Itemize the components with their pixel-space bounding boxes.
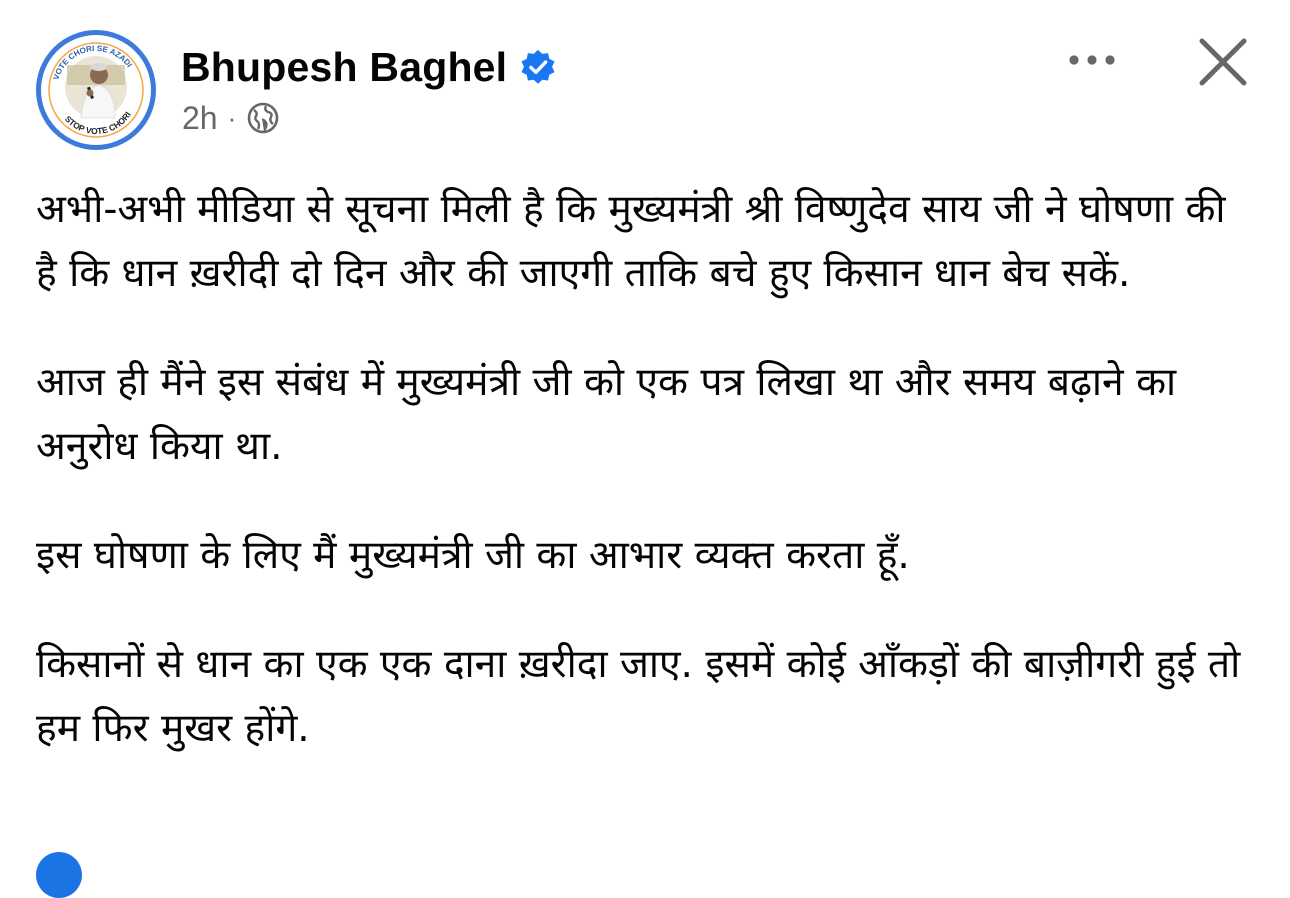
more-options-button[interactable] — [1062, 42, 1122, 78]
post-paragraph: इस घोषणा के लिए मैं मुख्यमंत्री जी का आभ… — [36, 533, 910, 578]
verified-badge-icon — [519, 48, 557, 86]
post-meta: 2h · — [182, 96, 280, 140]
post-paragraph: अभी-अभी मीडिया से सूचना मिली है कि मुख्य… — [36, 187, 1226, 296]
author-row: Bhupesh Baghel — [181, 40, 557, 94]
globe-icon[interactable] — [246, 101, 280, 135]
meta-separator: · — [227, 102, 237, 133]
post-header: VOTE CHORI SE AZADI STOP VOTE CHORI Bhup… — [0, 0, 1290, 160]
avatar-image: VOTE CHORI SE AZADI STOP VOTE CHORI — [42, 36, 150, 144]
post-paragraph: आज ही मैंने इस संबंध में मुख्यमंत्री जी … — [36, 360, 1177, 469]
post-timestamp[interactable]: 2h — [182, 100, 218, 137]
more-horizontal-icon — [1069, 55, 1115, 65]
close-button[interactable] — [1196, 35, 1250, 89]
post-text: अभी-अभी मीडिया से सूचना मिली है कि मुख्य… — [36, 178, 1256, 806]
reaction-icon — [36, 852, 82, 898]
close-icon — [1199, 38, 1247, 86]
author-name[interactable]: Bhupesh Baghel — [181, 44, 507, 91]
post-paragraph: किसानों से धान का एक एक दाना ख़रीदा जाए.… — [36, 642, 1241, 751]
author-avatar[interactable]: VOTE CHORI SE AZADI STOP VOTE CHORI — [36, 30, 156, 150]
